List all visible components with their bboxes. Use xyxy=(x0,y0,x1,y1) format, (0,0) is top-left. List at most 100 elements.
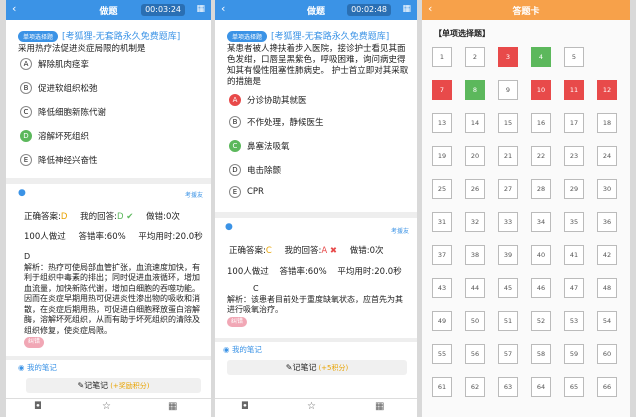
answer-cell[interactable]: 28 xyxy=(531,179,551,199)
question-block: 单项选择题 [考狐狸-无套路永久免费题库] 采用热疗法促进炎症局限的机制是 xyxy=(18,24,205,55)
answer-cell[interactable]: 60 xyxy=(597,344,617,364)
answer-cell[interactable]: 39 xyxy=(498,245,518,265)
answer-cell[interactable]: 4 xyxy=(531,47,551,67)
option-c[interactable]: C 降低细胞新陈代谢 xyxy=(20,106,106,118)
answer-cell[interactable]: 57 xyxy=(498,344,518,364)
answer-cell[interactable]: 29 xyxy=(564,179,584,199)
answer-cell[interactable]: 13 xyxy=(432,113,452,133)
note-title: ◉ 我的笔记 xyxy=(18,363,57,372)
answer-cell[interactable]: 43 xyxy=(432,278,452,298)
write-note-button[interactable]: ✎ 记笔记 (+奖励积分) xyxy=(26,378,201,393)
answer-cell[interactable]: 37 xyxy=(432,245,452,265)
bag-icon[interactable]: ◘ xyxy=(241,401,249,412)
answer-cell[interactable]: 41 xyxy=(564,245,584,265)
answer-cell[interactable]: 9 xyxy=(498,80,518,100)
answer-cell[interactable]: 16 xyxy=(531,113,551,133)
answer-cell[interactable]: 45 xyxy=(498,278,518,298)
answer-cell[interactable]: 55 xyxy=(432,344,452,364)
option-d[interactable]: D 溶解坏死组织 xyxy=(20,130,89,142)
answer-cell[interactable]: 66 xyxy=(597,377,617,397)
answer-cell[interactable]: 65 xyxy=(564,377,584,397)
answer-cell[interactable]: 8 xyxy=(465,80,485,100)
answer-cell[interactable]: 27 xyxy=(498,179,518,199)
answer-cell[interactable]: 40 xyxy=(531,245,551,265)
answer-cell[interactable]: 56 xyxy=(465,344,485,364)
answer-cell[interactable]: 24 xyxy=(597,146,617,166)
answer-cell[interactable]: 19 xyxy=(432,146,452,166)
answer-cell[interactable]: 47 xyxy=(564,278,584,298)
answer-cell[interactable]: 33 xyxy=(498,212,518,232)
answer-cell[interactable]: 51 xyxy=(498,311,518,331)
answer-cell[interactable]: 30 xyxy=(597,179,617,199)
answer-cell[interactable]: 52 xyxy=(531,311,551,331)
answer-cell[interactable]: 22 xyxy=(531,146,551,166)
answer-cell[interactable]: 62 xyxy=(465,377,485,397)
question-text: 某患者被人搀扶着步入医院，接诊护士看见其面色发绀，口唇呈黑紫色，呼吸困难，询问病… xyxy=(227,44,409,87)
answer-cell[interactable]: 2 xyxy=(465,47,485,67)
answer-cell[interactable]: 35 xyxy=(564,212,584,232)
option-d[interactable]: D 电击除颤 xyxy=(229,164,281,176)
grid-icon[interactable]: ▦ xyxy=(402,4,411,14)
answer-cell[interactable]: 31 xyxy=(432,212,452,232)
report-label[interactable]: 考援友 xyxy=(391,226,409,235)
option-a[interactable]: A 解除肌肉痉挛 xyxy=(20,58,89,70)
answer-cell[interactable]: 15 xyxy=(498,113,518,133)
note-title: ◉ 我的笔记 xyxy=(223,345,262,354)
option-b[interactable]: B 促进软组织松弛 xyxy=(20,82,98,94)
top-bar: ‹ 答题卡 xyxy=(422,0,630,20)
answer-cell[interactable]: 12 xyxy=(597,80,617,100)
answer-cell[interactable]: 10 xyxy=(531,80,551,100)
answer-cell[interactable]: 21 xyxy=(498,146,518,166)
answer-cell[interactable]: 59 xyxy=(564,344,584,364)
answer-cell[interactable]: 44 xyxy=(465,278,485,298)
answer-cell[interactable]: 26 xyxy=(465,179,485,199)
star-icon[interactable]: ☆ xyxy=(307,401,316,412)
answer-cell[interactable]: 32 xyxy=(465,212,485,232)
question-type-badge: 单项选择题 xyxy=(18,31,59,42)
answer-cell[interactable]: 23 xyxy=(564,146,584,166)
option-c[interactable]: C 鼻塞法吸氧 xyxy=(229,140,290,152)
error-report-tag[interactable]: 纠错 xyxy=(24,337,45,348)
answer-cell[interactable]: 1 xyxy=(432,47,452,67)
answer-cell[interactable]: 61 xyxy=(432,377,452,397)
answer-cell[interactable]: 38 xyxy=(465,245,485,265)
answer-cell[interactable]: 11 xyxy=(564,80,584,100)
answer-cell[interactable]: 46 xyxy=(531,278,551,298)
analysis: D 解析：热疗可使局部血管扩张，血流速度加快，有利于组织中毒素的排出；同时促进血… xyxy=(24,252,203,348)
answer-cell[interactable]: 36 xyxy=(597,212,617,232)
answer-cell[interactable]: 58 xyxy=(531,344,551,364)
answer-cell[interactable]: 34 xyxy=(531,212,551,232)
answer-cell[interactable]: 53 xyxy=(564,311,584,331)
answer-cell[interactable]: 7 xyxy=(432,80,452,100)
grid-icon[interactable]: ▦ xyxy=(196,4,205,14)
answer-cell[interactable]: 5 xyxy=(564,47,584,67)
pencil-icon: ✎ xyxy=(285,363,293,372)
brand-label: [考狐狸-无套路永久免费题库] xyxy=(62,32,181,42)
option-a[interactable]: A 分诊协助其就医 xyxy=(229,94,307,106)
divider xyxy=(215,338,417,342)
answer-cell[interactable]: 25 xyxy=(432,179,452,199)
answer-cell[interactable]: 64 xyxy=(531,377,551,397)
dot-icon: ● xyxy=(225,222,233,232)
option-e[interactable]: E 降低神经兴奋性 xyxy=(20,154,98,166)
answer-cell[interactable]: 3 xyxy=(498,47,518,67)
answer-cell[interactable]: 50 xyxy=(465,311,485,331)
answer-cell[interactable]: 20 xyxy=(465,146,485,166)
option-e[interactable]: E CPR xyxy=(229,186,264,198)
answer-cell[interactable]: 17 xyxy=(564,113,584,133)
bag-icon[interactable]: ◘ xyxy=(34,401,42,412)
write-note-button[interactable]: ✎ 记笔记 (+5积分) xyxy=(227,360,407,375)
answer-cell[interactable]: 14 xyxy=(465,113,485,133)
answer-cell[interactable]: 42 xyxy=(597,245,617,265)
answer-cell[interactable]: 54 xyxy=(597,311,617,331)
grid-menu-icon[interactable]: ▦ xyxy=(168,401,177,412)
answer-cell[interactable]: 49 xyxy=(432,311,452,331)
option-b[interactable]: B 不作处理，静候医生 xyxy=(229,116,324,128)
error-report-tag[interactable]: 纠错 xyxy=(227,316,248,327)
star-icon[interactable]: ☆ xyxy=(102,401,111,412)
grid-menu-icon[interactable]: ▦ xyxy=(375,401,384,412)
answer-cell[interactable]: 48 xyxy=(597,278,617,298)
report-label[interactable]: 考援友 xyxy=(185,190,203,199)
answer-cell[interactable]: 63 xyxy=(498,377,518,397)
answer-cell[interactable]: 18 xyxy=(597,113,617,133)
